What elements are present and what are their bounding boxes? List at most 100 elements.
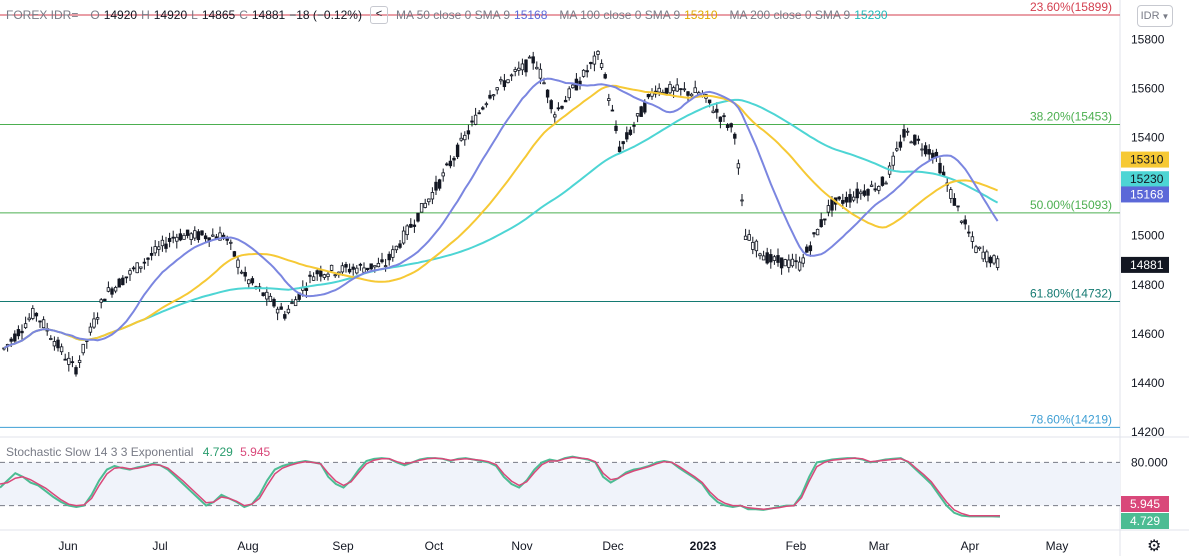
candle-body xyxy=(121,277,125,286)
candle-body xyxy=(517,67,521,71)
candle-body xyxy=(88,326,93,333)
x-tick-label: May xyxy=(1046,539,1069,553)
candle-body xyxy=(506,79,510,84)
candle-body xyxy=(189,233,193,240)
candle-body xyxy=(49,338,53,340)
candle-body xyxy=(495,87,499,91)
currency-button[interactable]: IDR ▼ xyxy=(1137,5,1173,27)
candle-body xyxy=(31,308,35,319)
candle-body xyxy=(92,318,96,328)
candle-body xyxy=(448,160,453,167)
price-tag-label: 14881 xyxy=(1130,258,1164,272)
candle-body xyxy=(974,246,978,253)
candle-body xyxy=(581,69,586,77)
candle-body xyxy=(938,162,942,174)
fib-level-label: 50.00%(15093) xyxy=(1030,198,1112,212)
change-value: −18 (−0.12%) xyxy=(289,8,362,22)
candle-body xyxy=(542,82,546,85)
candle-body xyxy=(466,130,471,135)
candle-body xyxy=(805,246,809,253)
open-label: O xyxy=(90,8,100,22)
candle-body xyxy=(41,319,46,329)
candle-body xyxy=(862,190,867,196)
candle-body xyxy=(369,263,373,270)
close-value: 14881 xyxy=(251,8,286,22)
x-tick-label: Nov xyxy=(511,539,532,553)
y-tick-label: 14600 xyxy=(1131,327,1165,341)
candle-body xyxy=(977,246,982,250)
candle-body xyxy=(326,273,330,277)
candle-body xyxy=(376,262,381,268)
candle-body xyxy=(52,341,57,347)
candle-body xyxy=(203,235,208,240)
candle-body xyxy=(531,56,535,64)
candle-body xyxy=(743,235,748,240)
stochastic-legend[interactable]: Stochastic Slow 14 3 3 Exponential 4.729… xyxy=(6,445,270,459)
chart-canvas[interactable]: 1580015600154001520015000148001460014400… xyxy=(0,0,1189,556)
candle-body xyxy=(430,192,435,200)
collapse-icon[interactable]: < xyxy=(369,6,388,24)
x-tick-label: Apr xyxy=(961,539,980,553)
candle-body xyxy=(113,287,118,292)
fib-level-label: 78.60%(14219) xyxy=(1030,412,1112,426)
candle-body xyxy=(632,124,636,127)
ma200-label[interactable]: MA 200 close 0 SMA 9 xyxy=(730,8,851,22)
candle-body xyxy=(779,257,784,269)
candle-body xyxy=(625,132,629,140)
ma50-label[interactable]: MA 50 close 0 SMA 9 xyxy=(396,8,510,22)
candle-body xyxy=(340,265,345,273)
candle-body xyxy=(236,259,240,268)
candle-body xyxy=(682,88,687,91)
chart-header: FOREX IDR= O 14920 H 14920 L 14865 C 14881 −… xyxy=(6,6,888,24)
candle-body xyxy=(963,219,967,225)
candle-body xyxy=(905,130,910,133)
candle-body xyxy=(463,134,467,141)
candle-body xyxy=(981,251,985,260)
candle-body xyxy=(308,274,312,277)
candle-body xyxy=(589,62,593,65)
candle-body xyxy=(610,109,615,112)
stochastic-label: Stochastic Slow 14 3 3 Exponential xyxy=(6,445,194,459)
candle-body xyxy=(995,258,1000,268)
candle-body xyxy=(117,278,121,288)
candle-body xyxy=(920,148,924,151)
candle-body xyxy=(592,55,597,65)
candle-body xyxy=(304,288,309,291)
ma100-label[interactable]: MA 100 close 0 SMA 9 xyxy=(559,8,680,22)
fib-level-label: 61.80%(14732) xyxy=(1030,286,1112,300)
y-tick-label: 14200 xyxy=(1131,425,1165,439)
candle-body xyxy=(275,308,280,314)
gear-icon[interactable]: ⚙ xyxy=(1147,536,1161,556)
candle-body xyxy=(693,87,697,94)
candle-body xyxy=(790,258,795,267)
candle-body xyxy=(9,338,13,342)
symbol-label[interactable]: FOREX IDR= xyxy=(6,8,78,22)
candle-body xyxy=(488,94,492,99)
candle-body xyxy=(643,102,647,113)
candle-body xyxy=(949,189,953,199)
candle-body xyxy=(729,123,733,128)
candle-body xyxy=(837,196,841,200)
candle-body xyxy=(668,83,672,94)
candle-body xyxy=(34,312,39,317)
candle-body xyxy=(603,74,607,79)
candle-body xyxy=(279,306,283,310)
candle-body xyxy=(761,255,766,261)
candle-body xyxy=(909,141,913,144)
stochastic-d-tag-label: 5.945 xyxy=(1130,497,1160,511)
candle-body xyxy=(38,320,42,323)
candle-body xyxy=(509,74,514,77)
candle-body xyxy=(635,113,640,117)
candle-body xyxy=(427,198,431,203)
candle-body xyxy=(365,267,370,271)
candle-body xyxy=(513,69,517,72)
candle-body xyxy=(823,218,827,221)
candle-body xyxy=(880,176,885,186)
candle-body xyxy=(167,237,172,242)
candle-body xyxy=(923,145,928,155)
candle-body xyxy=(124,276,129,279)
candle-body xyxy=(473,114,478,125)
candle-body xyxy=(664,87,669,95)
candle-body xyxy=(416,212,420,222)
ma50-value: 15168 xyxy=(514,8,548,22)
